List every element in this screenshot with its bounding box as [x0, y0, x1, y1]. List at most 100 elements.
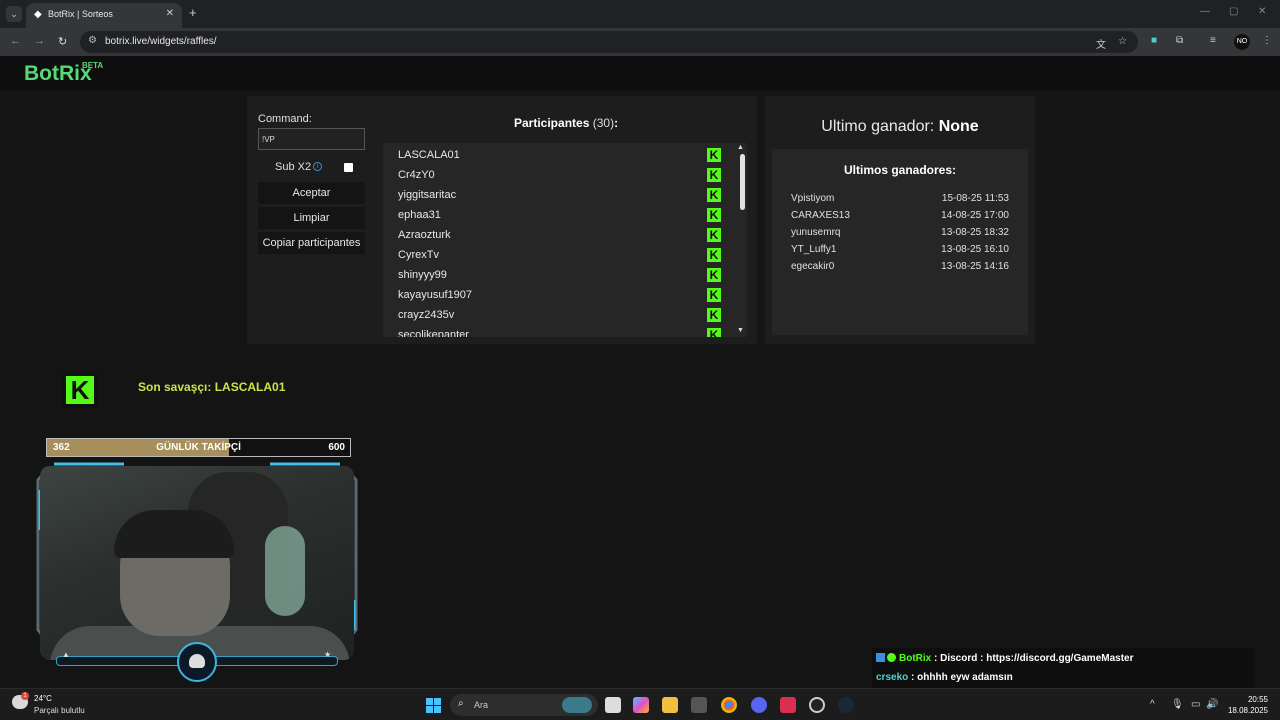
participant-name: CyrexTv — [398, 249, 439, 261]
reload-icon[interactable]: ↻ — [58, 35, 67, 48]
participant-name: shinyyy99 — [398, 269, 447, 281]
scroll-down-arrow-icon[interactable]: ▼ — [737, 327, 744, 334]
chat-message: BotRix : Discord : https://discord.gg/Ga… — [876, 653, 1134, 664]
follower-goal-current: 362 — [53, 442, 70, 453]
raffle-panel: Command: Sub X2 i Aceptar Limpiar Copiar… — [247, 96, 757, 344]
search-highlight-icon — [562, 697, 592, 713]
participant-name: ephaa31 — [398, 209, 441, 221]
scroll-up-arrow-icon[interactable]: ▲ — [737, 144, 744, 151]
clock-date: 18.08.2025 — [1227, 706, 1268, 715]
person-hair — [114, 510, 234, 558]
chat-username: crseko — [876, 672, 909, 683]
volume-icon[interactable]: 🔊 — [1206, 699, 1218, 710]
participant-name: crayz2435v — [398, 309, 455, 321]
file-explorer-icon[interactable] — [662, 697, 678, 713]
taskbar-clock[interactable]: 20:55 18.08.2025 — [1228, 694, 1268, 716]
weather-notification-badge: 1 — [21, 692, 29, 700]
accept-button[interactable]: Aceptar — [258, 182, 365, 204]
kick-icon: K — [707, 248, 721, 262]
participant-name: kayayusuf1907 — [398, 289, 472, 301]
chat-overlay: BotRix : Discord : https://discord.gg/Ga… — [872, 648, 1254, 688]
chrome-icon[interactable] — [721, 697, 737, 713]
participant-name: Azraozturk — [398, 229, 451, 241]
obs-icon[interactable] — [809, 697, 825, 713]
address-url[interactable]: botrix.live/widgets/raffles/ — [105, 36, 217, 47]
winner-date: 13-08-25 18:32 — [941, 227, 1009, 238]
weather-temperature[interactable]: 24°C — [34, 694, 52, 703]
participants-count: (30) — [592, 116, 615, 130]
winners-panel: Ultimo ganador: None Ultimos ganadores: … — [765, 96, 1035, 344]
windows-taskbar: 1 24°C Parçalı bulutlu ⌕ Ara ^ 🎙 ▭ 🔊 20:… — [0, 688, 1280, 720]
command-input[interactable] — [258, 128, 365, 150]
kick-icon: K — [707, 148, 721, 162]
forward-arrow-icon[interactable]: → — [34, 35, 45, 47]
extension-icon[interactable]: ■ — [1151, 35, 1157, 46]
bookmark-star-icon[interactable]: ☆ — [1118, 36, 1127, 47]
chat-message: crseko : ohhhh eyw adamsın — [876, 672, 1013, 683]
window-close-icon[interactable]: ✕ — [1258, 6, 1266, 17]
chat-username: BotRix — [899, 653, 932, 664]
kick-icon: K — [707, 288, 721, 302]
botrix-favicon-icon: ◆ — [34, 9, 42, 20]
info-icon[interactable]: i — [313, 162, 322, 171]
network-icon[interactable]: ▭ — [1191, 699, 1200, 710]
kick-icon: K — [707, 208, 721, 222]
webcam-video — [40, 466, 354, 660]
taskbar-search[interactable]: ⌕ Ara — [450, 694, 598, 716]
participant-name: LASCALA01 — [398, 149, 460, 161]
tab-title: BotRix | Sorteos — [48, 9, 113, 19]
weather-description[interactable]: Parçalı bulutlu — [34, 706, 85, 715]
clock-time: 20:55 — [1247, 695, 1268, 704]
last-warrior-text: Son savaşçı: LASCALA01 — [138, 380, 286, 394]
steam-icon[interactable] — [838, 697, 854, 713]
scrollbar-thumb[interactable] — [740, 154, 745, 210]
microphone-icon[interactable]: 🎙 — [1171, 699, 1184, 710]
tray-chevron-icon[interactable]: ^ — [1150, 699, 1155, 710]
browser-tab-active[interactable]: ◆ BotRix | Sorteos ✕ — [26, 3, 182, 28]
tab-search-chevron-icon[interactable]: ⌄ — [6, 6, 22, 22]
kick-logo: K — [62, 372, 98, 408]
translate-icon[interactable]: 文 — [1096, 36, 1106, 51]
new-tab-icon[interactable]: + — [189, 5, 197, 20]
minimize-icon[interactable]: — — [1200, 6, 1210, 17]
chair-stripe — [265, 526, 305, 616]
search-icon: ⌕ — [458, 698, 464, 709]
webcam-frame: ▲ ★ — [34, 460, 360, 682]
clear-button[interactable]: Limpiar — [258, 207, 365, 229]
kick-icon: K — [707, 168, 721, 182]
subx2-checkbox[interactable] — [344, 163, 353, 172]
browser-menu-icon[interactable]: ⋮ — [1262, 35, 1272, 46]
discord-icon[interactable] — [751, 697, 767, 713]
store-icon[interactable] — [691, 697, 707, 713]
copy-participants-button[interactable]: Copiar participantes — [258, 232, 365, 254]
chat-text: : ohhhh eyw adamsın — [911, 672, 1013, 683]
site-header: BotRix BETA — [0, 56, 1280, 90]
app-icon-red[interactable] — [780, 697, 796, 713]
profile-avatar[interactable]: NO — [1234, 34, 1250, 50]
extensions-puzzle-icon[interactable]: ⧉ — [1176, 35, 1183, 46]
address-bar[interactable]: ⚙ botrix.live/widgets/raffles/ 文 ☆ — [80, 31, 1138, 53]
follower-goal-bar: GÜNLÜK TAKİPÇİ 362 600 — [46, 438, 351, 457]
winner-date: 15-08-25 11:53 — [941, 193, 1009, 204]
emblem-face — [189, 654, 205, 668]
tab-close-icon[interactable]: ✕ — [166, 8, 174, 19]
chat-text: : Discord : https://discord.gg/GameMaste… — [934, 653, 1134, 664]
winner-name: egecakir0 — [791, 261, 835, 272]
last-winner: Ultimo ganador: None — [765, 118, 1035, 136]
winners-list-title: Ultimos ganadores: — [843, 163, 957, 177]
participants-colon: : — [614, 116, 619, 130]
back-arrow-icon[interactable]: ← — [10, 35, 21, 47]
follower-goal-target: 600 — [328, 442, 345, 453]
site-info-icon[interactable]: ⚙ — [88, 35, 97, 46]
windows-start-icon[interactable] — [426, 698, 441, 713]
kick-icon: K — [707, 328, 721, 337]
winner-name: YT_Luffy1 — [791, 244, 837, 255]
kick-icon: K — [707, 228, 721, 242]
winners-list: Ultimos ganadores: Vpistiyom 15-08-25 11… — [772, 149, 1028, 335]
copilot-icon[interactable] — [633, 697, 649, 713]
maximize-icon[interactable]: ▢ — [1229, 6, 1238, 17]
participant-name: yiggitsaritac — [398, 189, 457, 201]
participants-list[interactable]: LASCALA01 K Cr4zY0 K yiggitsaritac K eph… — [383, 143, 747, 337]
task-view-icon[interactable] — [605, 697, 621, 713]
media-controls-icon[interactable]: ≡ — [1210, 35, 1216, 46]
